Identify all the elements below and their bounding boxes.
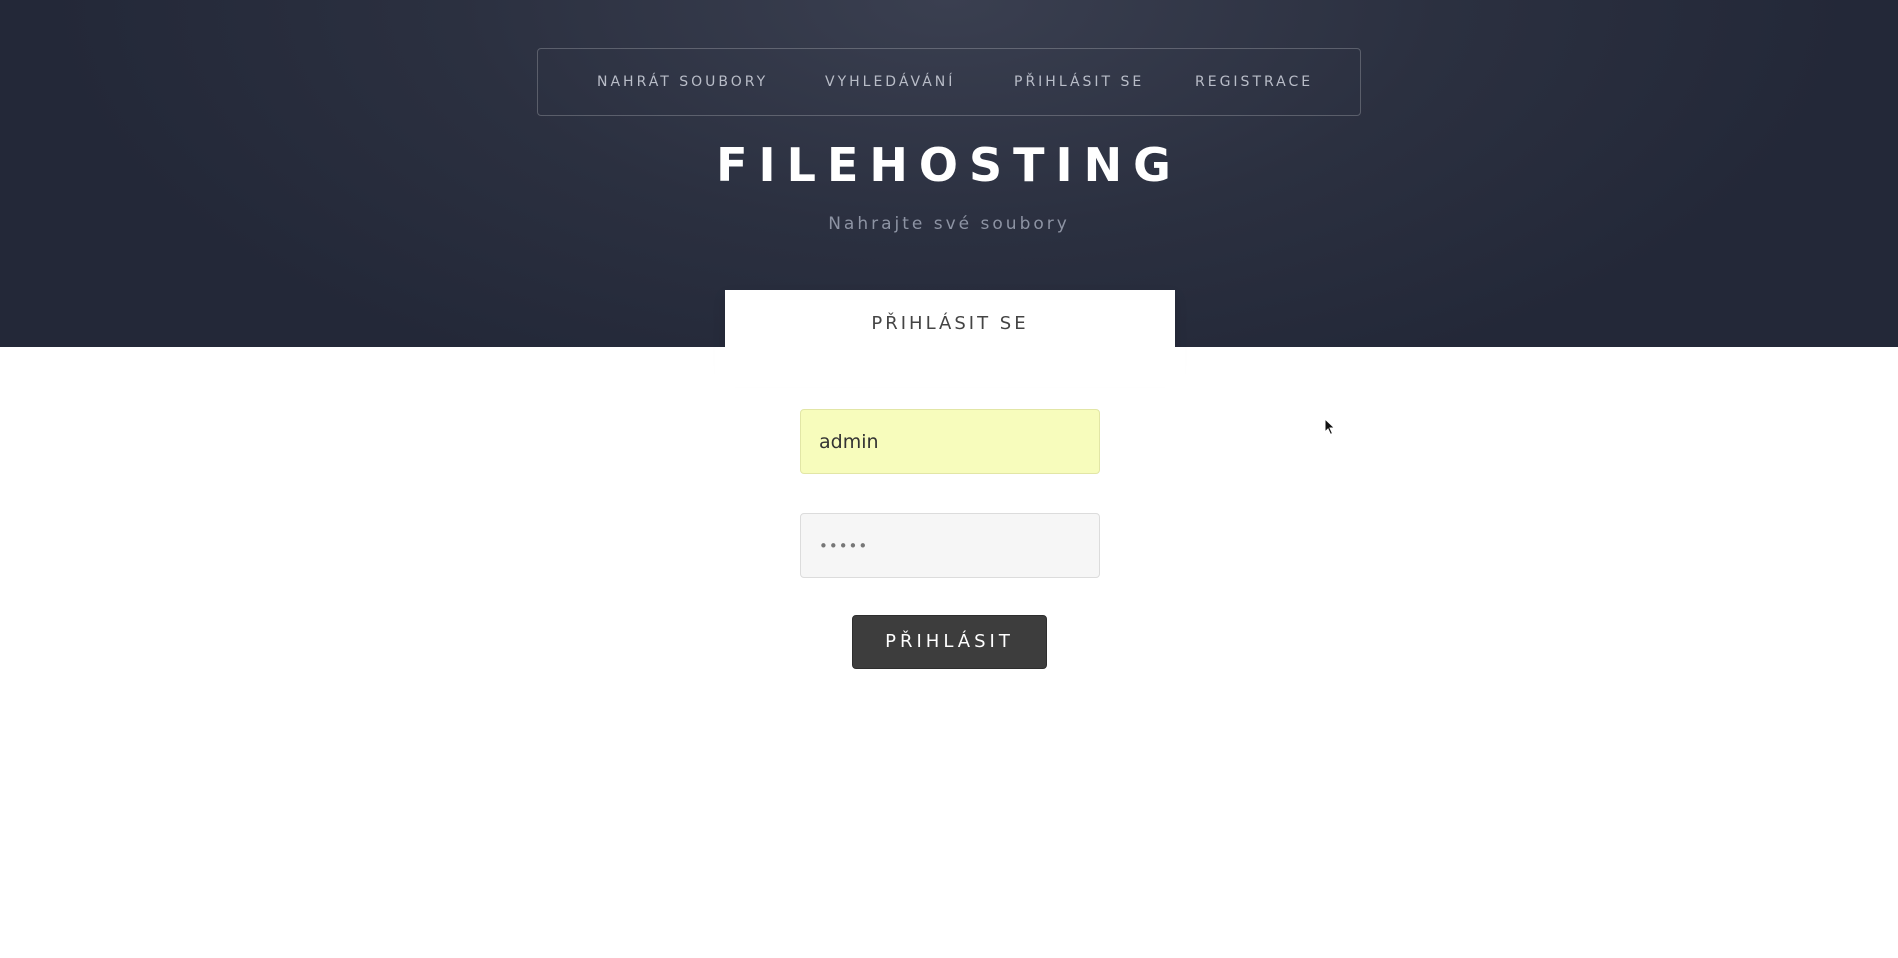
password-field[interactable] [800, 513, 1100, 578]
login-title: PŘIHLÁSIT SE [871, 313, 1029, 334]
nav-item-upload-files[interactable]: NAHRÁT SOUBORY [597, 49, 768, 115]
nav-item-register[interactable]: REGISTRACE [1195, 49, 1313, 115]
login-card-body [715, 347, 1185, 387]
username-field[interactable] [800, 409, 1100, 474]
nav-item-search[interactable]: VYHLEDÁVÁNÍ [825, 49, 955, 115]
site-subtitle: Nahrajte své soubory [828, 214, 1070, 234]
mouse-pointer-icon [1324, 418, 1336, 436]
main-nav: NAHRÁT SOUBORY VYHLEDÁVÁNÍ PŘIHLÁSIT SE … [537, 48, 1361, 116]
nav-item-login[interactable]: PŘIHLÁSIT SE [1014, 49, 1144, 115]
site-logo: FILEHOSTING [716, 138, 1182, 192]
login-submit-button[interactable]: PŘIHLÁSIT [852, 615, 1047, 669]
